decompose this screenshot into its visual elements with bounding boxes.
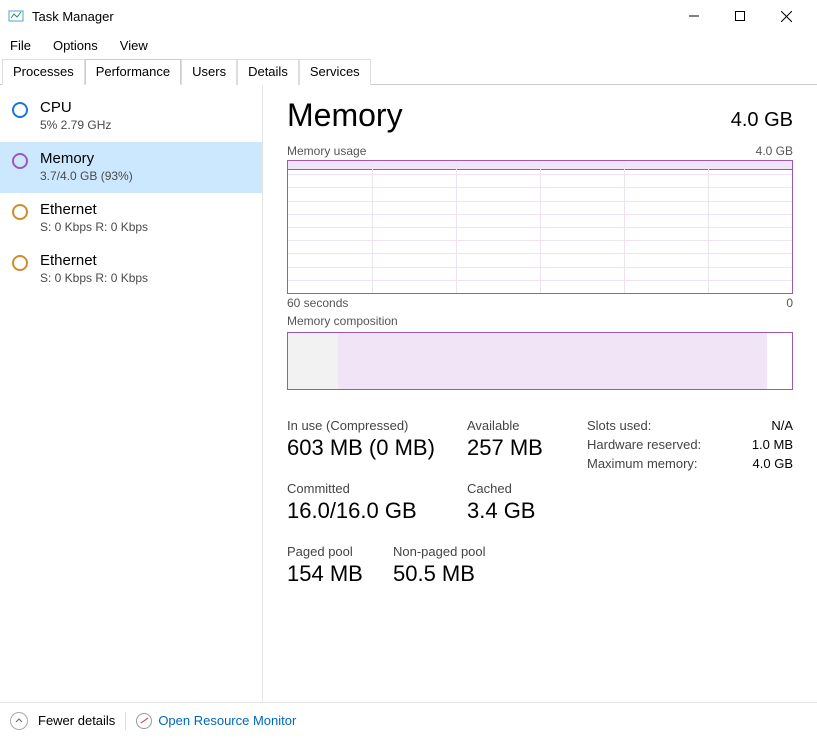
menubar: File Options View: [0, 32, 817, 58]
page-title: Memory: [287, 97, 403, 134]
window-title: Task Manager: [32, 9, 114, 24]
footer-separator: [125, 712, 126, 730]
stat-label: Non-paged pool: [393, 544, 587, 559]
usage-chart-label: Memory usage: [287, 144, 366, 158]
sidebar-item-label: Ethernet: [40, 201, 148, 218]
stat-cached: Cached 3.4 GB: [467, 481, 587, 524]
composition-label: Memory composition: [287, 314, 398, 328]
close-button[interactable]: [763, 0, 809, 32]
sidebar-item-memory[interactable]: Memory 3.7/4.0 GB (93%): [0, 142, 262, 193]
usage-chart-max: 4.0 GB: [756, 144, 793, 158]
sidebar-item-ethernet-2[interactable]: Ethernet S: 0 Kbps R: 0 Kbps: [0, 244, 262, 295]
sidebar-item-sub: S: 0 Kbps R: 0 Kbps: [40, 271, 148, 285]
composition-in-use: [338, 333, 766, 389]
stat-nonpaged-pool: Non-paged pool 50.5 MB: [393, 544, 587, 587]
composition-reserved: [288, 333, 338, 389]
kv-key: Slots used:: [587, 418, 651, 433]
axis-right: 0: [786, 296, 793, 310]
kv-value: 4.0 GB: [753, 456, 793, 471]
axis-left: 60 seconds: [287, 296, 348, 310]
window-controls: [671, 0, 809, 32]
sidebar: CPU 5% 2.79 GHz Memory 3.7/4.0 GB (93%) …: [0, 85, 263, 702]
fewer-details-link[interactable]: Fewer details: [38, 713, 115, 728]
stat-label: In use (Compressed): [287, 418, 467, 433]
minimize-button[interactable]: [671, 0, 717, 32]
ethernet-icon: [12, 204, 28, 220]
tab-performance[interactable]: Performance: [85, 59, 181, 85]
stat-available: Available 257 MB: [467, 418, 587, 461]
main-panel: Memory 4.0 GB Memory usage 4.0 GB 60 sec: [263, 85, 817, 702]
menu-view[interactable]: View: [118, 36, 150, 55]
stat-committed: Committed 16.0/16.0 GB: [287, 481, 467, 524]
maximize-button[interactable]: [717, 0, 763, 32]
sidebar-item-label: Ethernet: [40, 252, 148, 269]
sidebar-item-sub: S: 0 Kbps R: 0 Kbps: [40, 220, 148, 234]
stat-value: 16.0/16.0 GB: [287, 498, 467, 524]
stat-value: 257 MB: [467, 435, 587, 461]
footer: Fewer details Open Resource Monitor: [0, 702, 817, 738]
kv-slots-used: Slots used: N/A: [587, 418, 793, 433]
stat-label: Committed: [287, 481, 467, 496]
composition-available: [767, 333, 792, 389]
resource-monitor-icon: [136, 713, 152, 729]
tab-processes[interactable]: Processes: [2, 59, 85, 85]
menu-file[interactable]: File: [8, 36, 33, 55]
kv-value: N/A: [771, 418, 793, 433]
memory-composition-chart: [287, 332, 793, 390]
open-resource-monitor-link[interactable]: Open Resource Monitor: [136, 713, 296, 729]
sidebar-item-sub: 5% 2.79 GHz: [40, 118, 111, 132]
sidebar-item-ethernet-1[interactable]: Ethernet S: 0 Kbps R: 0 Kbps: [0, 193, 262, 244]
stat-value: 603 MB (0 MB): [287, 435, 467, 461]
tab-users[interactable]: Users: [181, 59, 237, 85]
sidebar-item-cpu[interactable]: CPU 5% 2.79 GHz: [0, 91, 262, 142]
stat-label: Cached: [467, 481, 587, 496]
kv-key: Maximum memory:: [587, 456, 698, 471]
kv-hardware-reserved: Hardware reserved: 1.0 MB: [587, 437, 793, 452]
ethernet-icon: [12, 255, 28, 271]
memory-icon: [12, 153, 28, 169]
sidebar-item-label: CPU: [40, 99, 111, 116]
menu-options[interactable]: Options: [51, 36, 100, 55]
sidebar-item-sub: 3.7/4.0 GB (93%): [40, 169, 133, 183]
tab-bar: Processes Performance Users Details Serv…: [0, 58, 817, 85]
stat-value: 50.5 MB: [393, 561, 587, 587]
resource-monitor-label: Open Resource Monitor: [158, 713, 296, 728]
stat-value: 3.4 GB: [467, 498, 587, 524]
kv-value: 1.0 MB: [752, 437, 793, 452]
chevron-up-icon: [10, 712, 28, 730]
tab-services[interactable]: Services: [299, 59, 371, 85]
tab-details[interactable]: Details: [237, 59, 299, 85]
cpu-icon: [12, 102, 28, 118]
app-icon: [8, 8, 24, 24]
titlebar: Task Manager: [0, 0, 817, 32]
stat-in-use: In use (Compressed) 603 MB (0 MB): [287, 418, 467, 461]
kv-key: Hardware reserved:: [587, 437, 701, 452]
sidebar-item-label: Memory: [40, 150, 133, 167]
memory-total: 4.0 GB: [731, 109, 793, 132]
stat-label: Available: [467, 418, 587, 433]
kv-maximum-memory: Maximum memory: 4.0 GB: [587, 456, 793, 471]
memory-usage-chart: [287, 160, 793, 294]
